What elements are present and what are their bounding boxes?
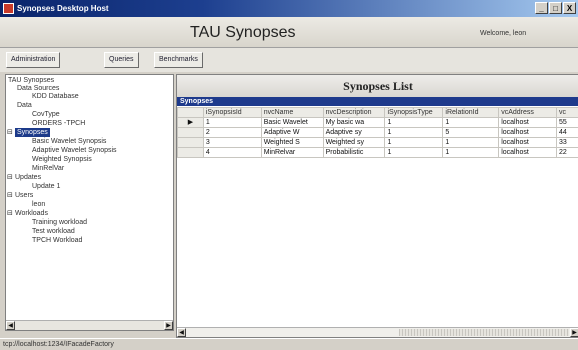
table-cell[interactable]: localhost bbox=[499, 118, 557, 128]
table-row[interactable]: 2 Adaptive W Adaptive sy 1 5 localhost 4… bbox=[178, 128, 578, 138]
tree-toggle-updates[interactable]: ⊟ bbox=[7, 173, 13, 182]
tree-node-covtype[interactable]: CovType bbox=[32, 110, 60, 119]
menu-bar: Administration Queries Benchmarks bbox=[0, 48, 578, 72]
window-titlebar: Synopses Desktop Host _ □ X bbox=[0, 0, 578, 17]
row-header[interactable] bbox=[178, 148, 204, 158]
table-cell[interactable]: 2 bbox=[203, 128, 261, 138]
tree-node-data[interactable]: Data bbox=[17, 101, 32, 110]
table-cell[interactable]: Basic Wavelet bbox=[261, 118, 323, 128]
table-cell[interactable]: MinRelvar bbox=[261, 148, 323, 158]
table-cell[interactable]: 1 bbox=[443, 148, 499, 158]
app-title: TAU Synopses bbox=[190, 24, 296, 42]
table-cell[interactable]: 44 bbox=[557, 128, 578, 138]
tree-node-adaptive-wavelet[interactable]: Adaptive Wavelet Synopsis bbox=[32, 146, 117, 155]
scroll-right-icon[interactable]: ▶ bbox=[570, 328, 578, 337]
administration-button[interactable]: Administration bbox=[6, 52, 60, 68]
tree-node-updates[interactable]: Updates bbox=[15, 173, 41, 182]
restore-button[interactable]: □ bbox=[549, 2, 562, 14]
tree-node-minrelvar[interactable]: MinRelVar bbox=[32, 164, 64, 173]
tree-node-workloads[interactable]: Workloads bbox=[15, 209, 48, 218]
tree-node-tpch-workload[interactable]: TPCH Workload bbox=[32, 236, 82, 245]
table-cell[interactable]: 22 bbox=[557, 148, 578, 158]
scroll-right-icon[interactable]: ▶ bbox=[164, 321, 173, 330]
scroll-left-icon[interactable]: ◀ bbox=[177, 328, 186, 337]
column-header[interactable]: nvcName bbox=[261, 108, 323, 118]
table-cell[interactable]: localhost bbox=[499, 128, 557, 138]
column-header[interactable]: iSynopsisType bbox=[385, 108, 443, 118]
tree-toggle-users[interactable]: ⊟ bbox=[7, 191, 13, 200]
column-header[interactable]: nvcDescription bbox=[323, 108, 385, 118]
table-row[interactable]: ▶ 1 Basic Wavelet My basic wa 1 1 localh… bbox=[178, 118, 578, 128]
table-row[interactable]: 4 MinRelvar Probabilistic 1 1 localhost … bbox=[178, 148, 578, 158]
synopses-grid: iSynopsisId nvcName nvcDescription iSyno… bbox=[177, 107, 578, 158]
table-cell[interactable]: 33 bbox=[557, 138, 578, 148]
column-header[interactable]: iRelationId bbox=[443, 108, 499, 118]
table-cell[interactable]: 1 bbox=[385, 138, 443, 148]
table-cell[interactable]: 1 bbox=[385, 128, 443, 138]
tree-toggle-workloads[interactable]: ⊟ bbox=[7, 209, 13, 218]
close-button[interactable]: X bbox=[563, 2, 576, 14]
row-current-indicator-icon[interactable]: ▶ bbox=[178, 118, 204, 128]
benchmarks-button[interactable]: Benchmarks bbox=[154, 52, 203, 68]
tree-horizontal-scrollbar[interactable]: ◀ ▶ bbox=[6, 320, 173, 330]
app-header: TAU Synopses Welcome, leon bbox=[0, 17, 578, 48]
grid-header-row: iSynopsisId nvcName nvcDescription iSyno… bbox=[178, 108, 578, 118]
list-title: Synopses List bbox=[177, 75, 578, 97]
table-cell[interactable]: 55 bbox=[557, 118, 578, 128]
tree-node-kdd-database[interactable]: KDD Database bbox=[32, 92, 79, 101]
table-cell[interactable]: My basic wa bbox=[323, 118, 385, 128]
synopses-list-panel: Synopses List Synopses iSynopsisId nvcNa… bbox=[176, 74, 578, 338]
tree-node-update-1[interactable]: Update 1 bbox=[32, 182, 60, 191]
tree-toggle-synopses[interactable]: ⊟ bbox=[7, 128, 13, 137]
table-cell[interactable]: 3 bbox=[203, 138, 261, 148]
tree-node-users[interactable]: Users bbox=[15, 191, 33, 200]
table-cell[interactable]: 4 bbox=[203, 148, 261, 158]
welcome-text: Welcome, leon bbox=[480, 30, 526, 37]
minimize-button[interactable]: _ bbox=[535, 2, 548, 14]
tree-node-weighted-synopsis[interactable]: Weighted Synopsis bbox=[32, 155, 92, 164]
tree-node-leon[interactable]: leon bbox=[32, 200, 45, 209]
table-cell[interactable]: Weighted sy bbox=[323, 138, 385, 148]
table-row[interactable]: 3 Weighted S Weighted sy 1 1 localhost 3… bbox=[178, 138, 578, 148]
scroll-thumb[interactable] bbox=[399, 329, 569, 336]
tree-node-synopses[interactable]: Synopses bbox=[15, 128, 50, 137]
column-header[interactable]: vcAddress bbox=[499, 108, 557, 118]
tree-node-training-workload[interactable]: Training workload bbox=[32, 218, 87, 227]
status-bar: tcp://localhost:1234/IFacadeFactory bbox=[0, 338, 578, 349]
table-cell[interactable]: 1 bbox=[385, 148, 443, 158]
scroll-left-icon[interactable]: ◀ bbox=[6, 321, 15, 330]
row-header[interactable] bbox=[178, 138, 204, 148]
table-cell[interactable]: 1 bbox=[203, 118, 261, 128]
grid-caption: Synopses bbox=[177, 97, 578, 106]
table-cell[interactable]: 1 bbox=[443, 138, 499, 148]
app-icon bbox=[3, 3, 14, 14]
queries-button[interactable]: Queries bbox=[104, 52, 139, 68]
table-cell[interactable]: Weighted S bbox=[261, 138, 323, 148]
row-header[interactable] bbox=[178, 128, 204, 138]
navigation-tree: TAU Synopses Data Sources KDD Database D… bbox=[5, 74, 174, 331]
column-header[interactable]: vc bbox=[557, 108, 578, 118]
tree-node-basic-wavelet[interactable]: Basic Wavelet Synopsis bbox=[32, 137, 106, 146]
window-controls: _ □ X bbox=[535, 2, 576, 14]
table-cell[interactable]: 1 bbox=[443, 118, 499, 128]
grid-corner-header bbox=[178, 108, 204, 118]
window-title: Synopses Desktop Host bbox=[17, 4, 109, 13]
table-cell[interactable]: 5 bbox=[443, 128, 499, 138]
table-cell[interactable]: Probabilistic bbox=[323, 148, 385, 158]
tree-node-test-workload[interactable]: Test workload bbox=[32, 227, 75, 236]
column-header[interactable]: iSynopsisId bbox=[203, 108, 261, 118]
grid-horizontal-scrollbar[interactable]: ◀ ▶ bbox=[177, 327, 578, 337]
table-cell[interactable]: localhost bbox=[499, 138, 557, 148]
table-cell[interactable]: Adaptive W bbox=[261, 128, 323, 138]
table-cell[interactable]: 1 bbox=[385, 118, 443, 128]
table-cell[interactable]: Adaptive sy bbox=[323, 128, 385, 138]
tree-node-orders-tpch[interactable]: ORDERS -TPCH bbox=[32, 119, 85, 128]
table-cell[interactable]: localhost bbox=[499, 148, 557, 158]
